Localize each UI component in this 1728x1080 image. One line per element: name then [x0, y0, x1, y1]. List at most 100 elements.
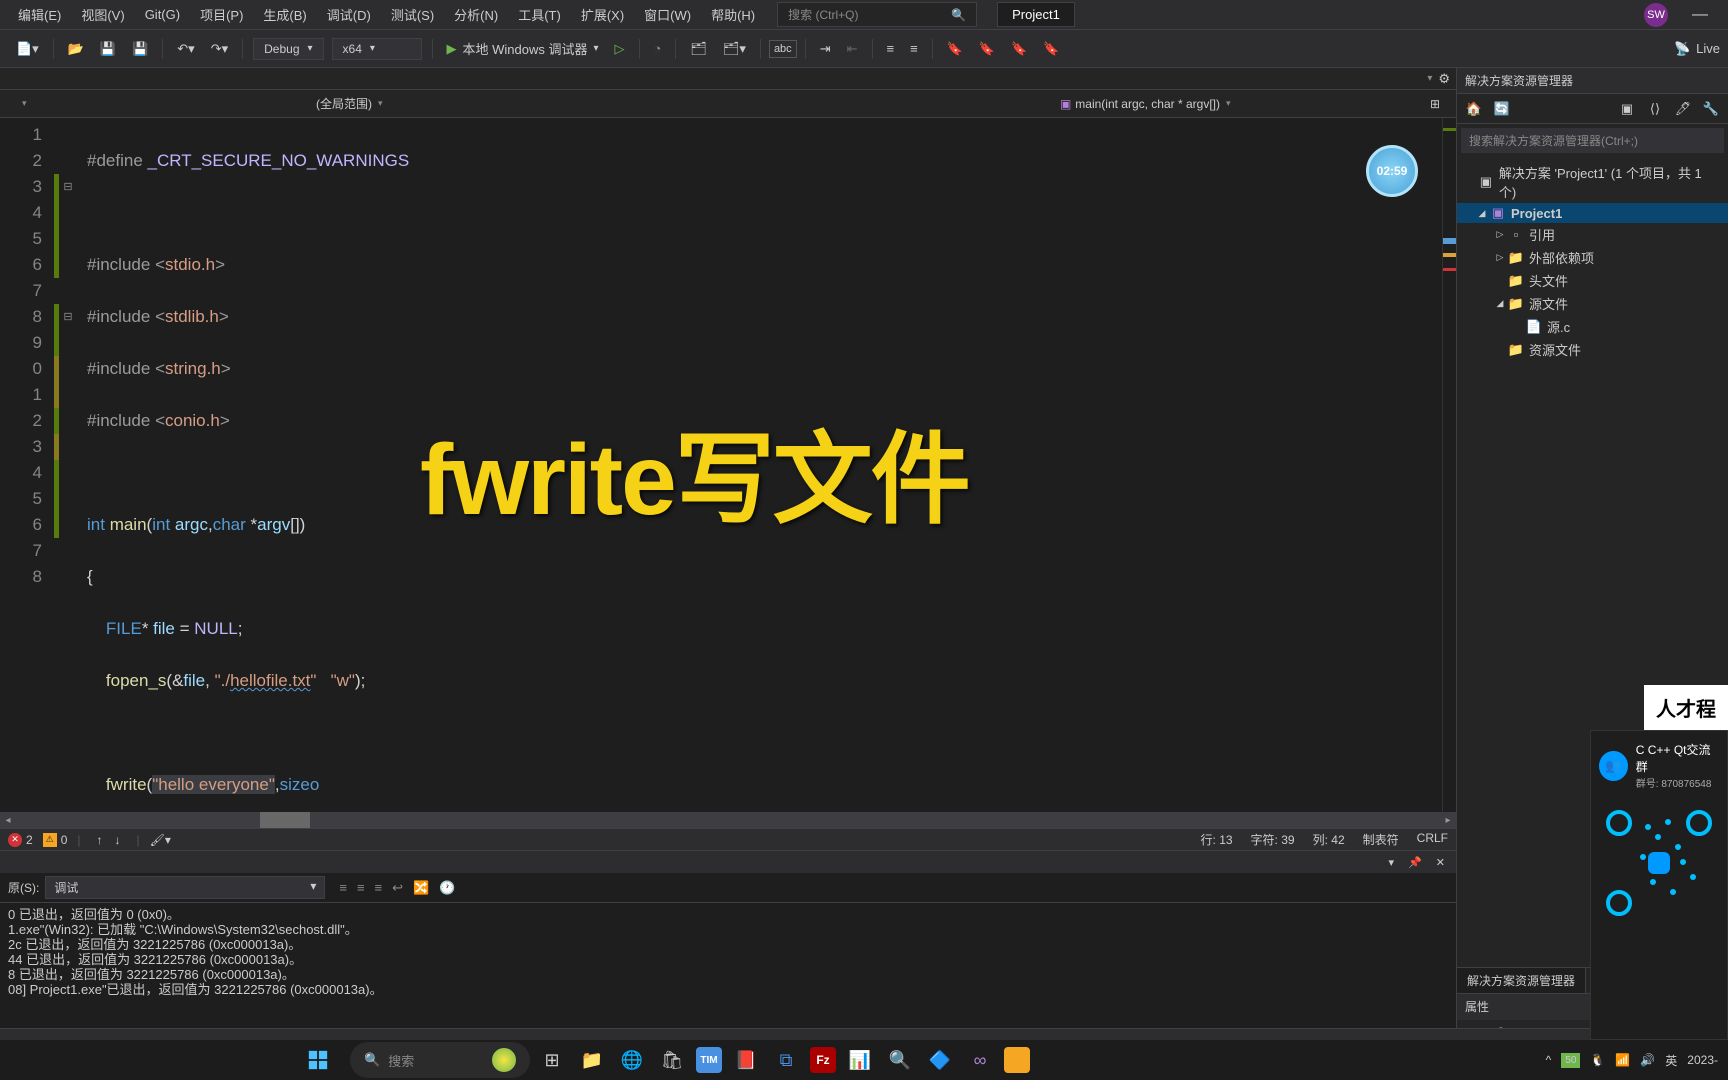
code-editor[interactable]: 123456789012345678 ⊟ ⊟ #define _CRT_SECU…: [0, 118, 1456, 812]
tray-app1[interactable]: 50: [1561, 1053, 1580, 1068]
tree-sources[interactable]: ◢📁源文件: [1457, 292, 1728, 315]
tb-bm2[interactable]: 🔖: [973, 37, 1001, 61]
app-icon-1[interactable]: 📕: [730, 1044, 762, 1076]
menu-help[interactable]: 帮助(H): [701, 1, 765, 28]
tree-resources[interactable]: 📁资源文件: [1457, 338, 1728, 361]
se-wrench-icon[interactable]: 🔧: [1700, 98, 1722, 120]
everything-icon[interactable]: 🔍: [884, 1044, 916, 1076]
live-share-button[interactable]: 📡 Live: [1674, 41, 1720, 57]
eol-mode[interactable]: CRLF: [1417, 831, 1448, 848]
tab-solution-explorer[interactable]: 解决方案资源管理器: [1457, 968, 1586, 993]
task-view-icon[interactable]: ⊞: [536, 1044, 568, 1076]
tree-solution-root[interactable]: ▣解决方案 'Project1' (1 个项目，共 1 个): [1457, 161, 1728, 203]
output-clock-icon[interactable]: 🕐: [439, 880, 455, 896]
brush-icon[interactable]: 🖌▾: [150, 833, 171, 847]
system-tray[interactable]: ^ 50 🐧 📶 🔊 英 2023-: [1546, 1052, 1718, 1069]
save-all-button[interactable]: 💾: [126, 37, 154, 61]
bc-scope[interactable]: (全局范围): [308, 93, 1052, 114]
se-home-icon[interactable]: 🏠: [1463, 98, 1485, 120]
nav-up-icon[interactable]: ↑: [97, 833, 103, 847]
error-icon[interactable]: ✕: [8, 833, 22, 847]
output-btn3[interactable]: ≡: [375, 880, 383, 896]
se-btn5[interactable]: 🖊: [1672, 98, 1694, 120]
output-close-icon[interactable]: ✕: [1431, 854, 1450, 871]
menu-window[interactable]: 窗口(W): [634, 1, 701, 28]
tb-comment-button[interactable]: ≡: [881, 37, 901, 60]
output-wrap-icon[interactable]: ↩: [392, 880, 403, 896]
tb-uncomment-button[interactable]: ≡: [904, 37, 924, 60]
output-btn5[interactable]: 🔀: [413, 880, 429, 896]
tray-date[interactable]: 2023-: [1687, 1053, 1718, 1067]
fold-gutter[interactable]: ⊟ ⊟: [59, 118, 77, 812]
tree-project[interactable]: ◢▣Project1: [1457, 203, 1728, 223]
explorer-icon[interactable]: 📁: [576, 1044, 608, 1076]
menu-debug[interactable]: 调试(D): [317, 1, 381, 28]
bc-function[interactable]: ▣ main(int argc, char * argv[]): [1052, 95, 1422, 113]
tb-icon-3[interactable]: 🗂▾: [717, 37, 752, 61]
menu-build[interactable]: 生成(B): [253, 1, 316, 28]
tab-mode[interactable]: 制表符: [1363, 831, 1399, 848]
start-without-debug-button[interactable]: ▷: [609, 37, 631, 61]
filezilla-icon[interactable]: Fz: [810, 1047, 836, 1073]
output-source-dropdown[interactable]: 调试: [45, 876, 325, 899]
se-sync-icon[interactable]: 🔄: [1491, 98, 1513, 120]
bc-split-button[interactable]: ⊞: [1422, 95, 1448, 113]
app-icon-2[interactable]: 📊: [844, 1044, 876, 1076]
tray-wifi-icon[interactable]: 📶: [1615, 1053, 1630, 1067]
editor-settings-icon[interactable]: ⚙: [1438, 71, 1450, 87]
tb-outdent-button[interactable]: ⇤: [841, 37, 864, 61]
editor-h-scrollbar[interactable]: ◂ ▸: [0, 812, 1456, 828]
tray-lang[interactable]: 英: [1665, 1052, 1677, 1069]
tb-bookmark-button[interactable]: 🔖: [941, 37, 969, 61]
menu-git[interactable]: Git(G): [135, 3, 190, 26]
platform-dropdown[interactable]: x64: [332, 38, 422, 60]
tb-icon-1[interactable]: ◔: [648, 37, 668, 60]
new-file-button[interactable]: 📄▾: [10, 37, 45, 61]
tb-abc-button[interactable]: abc: [769, 40, 797, 58]
se-btn4[interactable]: ⟨⟩: [1644, 98, 1666, 120]
tb-icon-2[interactable]: 🗂: [684, 37, 713, 61]
nav-down-icon[interactable]: ↓: [115, 833, 121, 847]
app-icon-3[interactable]: 🔷: [924, 1044, 956, 1076]
start-debugger-button[interactable]: ▶ 本地 Windows 调试器 ▾: [439, 36, 607, 61]
undo-button[interactable]: ↶▾: [171, 37, 200, 61]
app-icon-4[interactable]: [1004, 1047, 1030, 1073]
tim-icon[interactable]: TIM: [696, 1047, 722, 1073]
store-icon[interactable]: 🛍: [656, 1044, 688, 1076]
menu-test[interactable]: 测试(S): [381, 1, 444, 28]
tb-indent-button[interactable]: ⇥: [814, 37, 837, 61]
tb-bm4[interactable]: 🔖: [1037, 37, 1065, 61]
tray-sound-icon[interactable]: 🔊: [1640, 1053, 1655, 1067]
menu-tools[interactable]: 工具(T): [508, 1, 571, 28]
edge-icon[interactable]: 🌐: [616, 1044, 648, 1076]
tree-source-file[interactable]: 📄源.c: [1457, 315, 1728, 338]
tray-app2[interactable]: 🐧: [1590, 1053, 1605, 1067]
minimize-button[interactable]: —: [1680, 6, 1720, 24]
output-btn2[interactable]: ≡: [357, 880, 365, 896]
editor-options-dropdown[interactable]: ▾: [1427, 73, 1432, 84]
save-button[interactable]: 💾: [94, 37, 122, 61]
scroll-left-icon[interactable]: ◂: [0, 812, 16, 828]
menu-analyze[interactable]: 分析(N): [444, 1, 508, 28]
bc-file[interactable]: [8, 96, 308, 111]
project-selector[interactable]: Project1: [997, 2, 1075, 27]
visual-studio-icon[interactable]: ∞: [964, 1044, 996, 1076]
solution-search-input[interactable]: 搜索解决方案资源管理器(Ctrl+;): [1461, 128, 1724, 153]
tray-up-icon[interactable]: ^: [1546, 1053, 1552, 1067]
start-button[interactable]: [302, 1044, 334, 1076]
output-dropdown-icon[interactable]: ▾: [1384, 854, 1400, 871]
output-clear-icon[interactable]: ≡: [339, 880, 347, 896]
warning-icon[interactable]: ⚠: [43, 833, 57, 847]
config-dropdown[interactable]: Debug: [253, 38, 323, 60]
menu-extensions[interactable]: 扩展(X): [571, 1, 634, 28]
search-input[interactable]: 搜索 (Ctrl+Q) 🔍: [777, 2, 977, 27]
tree-references[interactable]: ▷▫引用: [1457, 223, 1728, 246]
se-btn3[interactable]: ▣: [1616, 98, 1638, 120]
tree-external-deps[interactable]: ▷📁外部依赖项: [1457, 246, 1728, 269]
tree-headers[interactable]: 📁头文件: [1457, 269, 1728, 292]
scroll-right-icon[interactable]: ▸: [1440, 812, 1456, 828]
minimap[interactable]: [1442, 118, 1456, 812]
user-avatar[interactable]: SW: [1644, 3, 1668, 27]
redo-button[interactable]: ↷▾: [205, 37, 234, 61]
vscode-icon[interactable]: ⧉: [770, 1044, 802, 1076]
